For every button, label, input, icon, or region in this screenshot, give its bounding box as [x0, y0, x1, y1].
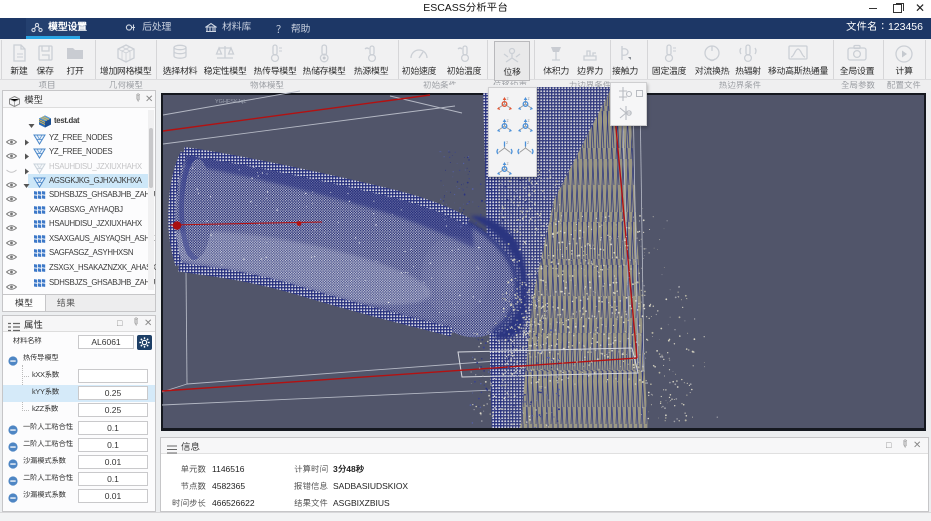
svg-text:YGHFSKJqL: YGHFSKJqL	[215, 99, 246, 105]
svg-text:z: z	[507, 161, 510, 166]
svg-text:z: z	[528, 118, 531, 123]
svg-text:z: z	[507, 96, 510, 101]
svg-text:z: z	[527, 140, 530, 145]
svg-text:z: z	[528, 96, 531, 101]
svg-text:z: z	[506, 140, 509, 145]
svg-text:z: z	[507, 118, 510, 123]
